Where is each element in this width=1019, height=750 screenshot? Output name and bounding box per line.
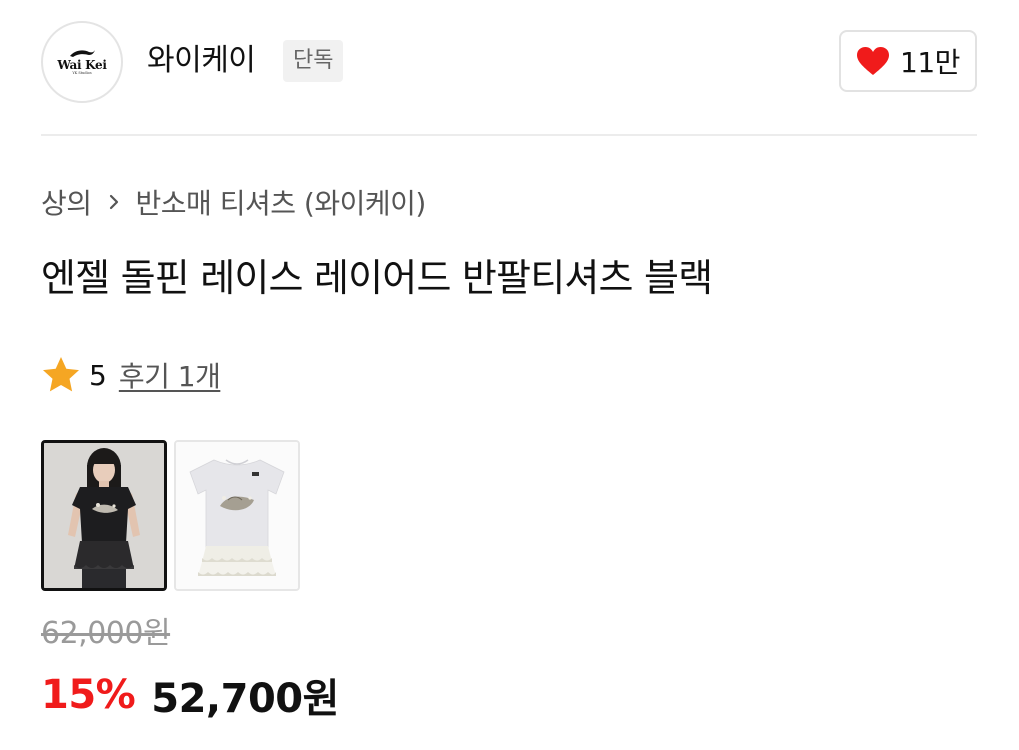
thumbnail-flat-lay[interactable]: [174, 440, 300, 591]
like-count: 11만: [900, 46, 960, 79]
brand-name[interactable]: 와이케이: [147, 41, 256, 81]
chevron-right-icon: [109, 194, 118, 210]
product-page: Wai Kei YK Studios 와이케이 단독 11만 상의 반소매 티셔…: [0, 0, 1019, 750]
product-title: 엔젤 돌핀 레이스 레이어드 반팔티셔츠 블랙: [41, 256, 713, 300]
thumbnail-model[interactable]: [41, 440, 167, 591]
breadcrumb-category[interactable]: 상의: [41, 182, 92, 222]
brand-logo-subtext: YK Studios: [72, 71, 92, 75]
brand-header: Wai Kei YK Studios 와이케이 단독 11만: [41, 19, 977, 105]
sale-price: 52,700원: [151, 676, 339, 722]
model-photo-image: [44, 443, 164, 588]
discount-rate: 15%: [41, 672, 136, 718]
review-count-link[interactable]: 후기 1개: [119, 355, 221, 395]
dolphin-icon: [70, 50, 95, 57]
header-divider: [41, 134, 977, 136]
rating: 5 후기 1개: [41, 354, 221, 396]
tee-flat-lay-image: [176, 442, 298, 589]
original-price: 62,000원: [41, 616, 171, 651]
breadcrumb: 상의 반소매 티셔츠 (와이케이): [41, 182, 426, 222]
breadcrumb-subcategory[interactable]: 반소매 티셔츠 (와이케이): [136, 182, 427, 222]
brand-logo-text: Wai Kei: [57, 58, 107, 72]
exclusive-badge: 단독: [283, 40, 344, 82]
star-icon: [43, 357, 79, 392]
thumbnail-list: [41, 440, 300, 591]
like-button[interactable]: 11만: [839, 30, 977, 92]
rating-score: 5: [89, 358, 107, 392]
brand-logo[interactable]: Wai Kei YK Studios: [41, 21, 123, 103]
heart-icon: [857, 47, 890, 75]
price-row: 15% 52,700원: [41, 668, 339, 722]
